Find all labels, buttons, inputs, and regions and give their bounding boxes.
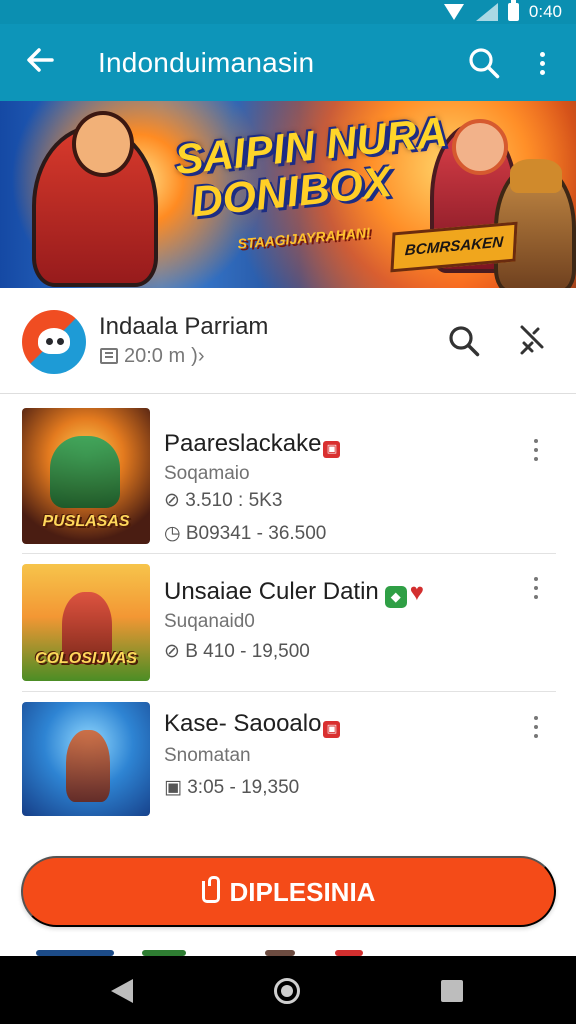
item-more-button[interactable]	[530, 577, 542, 599]
game-thumbnail: COLOSIJVAS	[22, 564, 150, 681]
tool-icon	[520, 325, 544, 355]
more-vertical-icon	[534, 734, 538, 738]
status-time: 0:40	[528, 2, 562, 21]
arrow-left-icon	[27, 48, 54, 72]
more-button[interactable]	[528, 45, 556, 81]
game-title: Kase- Saooalo ▣	[164, 709, 341, 739]
game-stat: ⊘ 3.510 : 5K3	[164, 489, 282, 513]
game-stat-text: 3.510 : 5K3	[185, 490, 283, 511]
game-title: Paareslackake ▣	[164, 429, 341, 459]
back-button[interactable]	[22, 42, 58, 82]
search-icon	[449, 326, 480, 357]
banner-hero-left	[32, 111, 158, 287]
more-vertical-icon	[539, 69, 545, 75]
profile-tool-button[interactable]	[516, 323, 548, 359]
profile-search-button[interactable]	[446, 323, 482, 359]
more-vertical-icon	[534, 577, 538, 581]
primary-action-button[interactable]: DIPLESINIA	[21, 856, 556, 927]
clock-icon: ◷	[164, 523, 186, 544]
status-bar: 0:40	[0, 0, 576, 24]
game-stat: ▣ 3:05 - 19,350	[164, 776, 299, 800]
wifi-icon	[442, 4, 466, 20]
profile-meta: 20:0 m )›	[100, 344, 204, 368]
primary-action-label: DIPLESINIA	[229, 876, 376, 907]
gift-icon: ▣	[323, 441, 341, 458]
game-stat-text: B09341 - 36.500	[185, 523, 327, 544]
game-list: PUSLASAS Paareslackake ▣ Soqamaio ⊘ 3.510…	[0, 394, 576, 834]
more-vertical-icon	[534, 448, 538, 452]
rating-icon: ⊘	[164, 641, 186, 662]
game-thumbnail	[22, 702, 150, 816]
android-navigation-bar	[0, 956, 576, 1024]
status-icons: 0:40	[442, 0, 562, 24]
calendar-icon: ▣	[164, 777, 188, 798]
more-vertical-icon	[534, 725, 538, 729]
game-list-item[interactable]: PUSLASAS Paareslackake ▣ Soqamaio ⊘ 3.510…	[22, 408, 556, 554]
game-publisher: Suqanaid0	[164, 611, 255, 632]
game-thumbnail-label: PUSLASAS	[42, 513, 130, 530]
calendar-icon	[100, 348, 118, 364]
profile-meta-chevron: )›	[191, 345, 205, 367]
game-thumbnail: PUSLASAS	[22, 408, 150, 544]
game-title: Unsaiae Culer Datin ◆ ♥	[164, 577, 424, 608]
app-bar: Indonduimanasin	[0, 24, 576, 101]
game-publisher: Soqamaio	[164, 463, 250, 484]
game-title-text: Unsaiae Culer Datin	[164, 578, 379, 605]
next-list-item-preview	[0, 946, 576, 956]
more-vertical-icon	[534, 716, 538, 720]
search-icon	[469, 48, 500, 79]
game-title-text: Kase- Saooalo	[164, 710, 322, 737]
signal-icon	[475, 3, 498, 21]
profile-meta-text: 20:0 m	[124, 345, 186, 367]
game-list-item[interactable]: COLOSIJVAS Unsaiae Culer Datin ◆ ♥ Suqanai…	[22, 554, 556, 692]
promo-banner[interactable]: SAIPIN NURA DONIBOX STAAGIJAYRAHAN! BCMR…	[0, 101, 576, 288]
more-vertical-icon	[534, 586, 538, 590]
more-vertical-icon	[534, 595, 538, 599]
game-stat: ⊘ B 410 - 19,500	[164, 640, 310, 664]
game-stat: ◷ B09341 - 36.500	[164, 522, 326, 546]
heart-icon: ♥	[409, 579, 425, 606]
item-more-button[interactable]	[530, 439, 542, 461]
game-list-item[interactable]: Kase- Saooalo ▣ Snomatan ▣ 3:05 - 19,350	[22, 692, 556, 828]
page-title: Indonduimanasin	[98, 47, 315, 78]
more-vertical-icon	[539, 60, 545, 66]
gift-icon: ▣	[323, 721, 341, 738]
more-vertical-icon	[534, 439, 538, 443]
nav-recents-button[interactable]	[441, 980, 463, 1002]
nav-back-button[interactable]	[111, 979, 135, 1003]
game-publisher: Snomatan	[164, 745, 251, 766]
game-title-text: Paareslackake	[164, 430, 322, 457]
avatar	[22, 310, 86, 374]
rating-icon: ⊘	[164, 490, 186, 511]
nav-home-button[interactable]	[274, 978, 300, 1004]
battery-icon	[507, 0, 519, 21]
cup-icon	[201, 875, 220, 903]
more-vertical-icon	[534, 457, 538, 461]
search-button[interactable]	[466, 45, 502, 81]
game-badge-icon: ◆	[384, 586, 407, 608]
game-stat-text: 3:05 - 19,350	[187, 777, 300, 798]
profile-row[interactable]: Indaala Parriam 20:0 m )›	[0, 288, 576, 394]
item-more-button[interactable]	[530, 716, 542, 738]
profile-name: Indaala Parriam	[99, 313, 269, 340]
more-vertical-icon	[539, 51, 545, 57]
game-thumbnail-label: COLOSIJVAS	[35, 650, 137, 667]
game-stat-text: B 410 - 19,500	[185, 641, 310, 662]
